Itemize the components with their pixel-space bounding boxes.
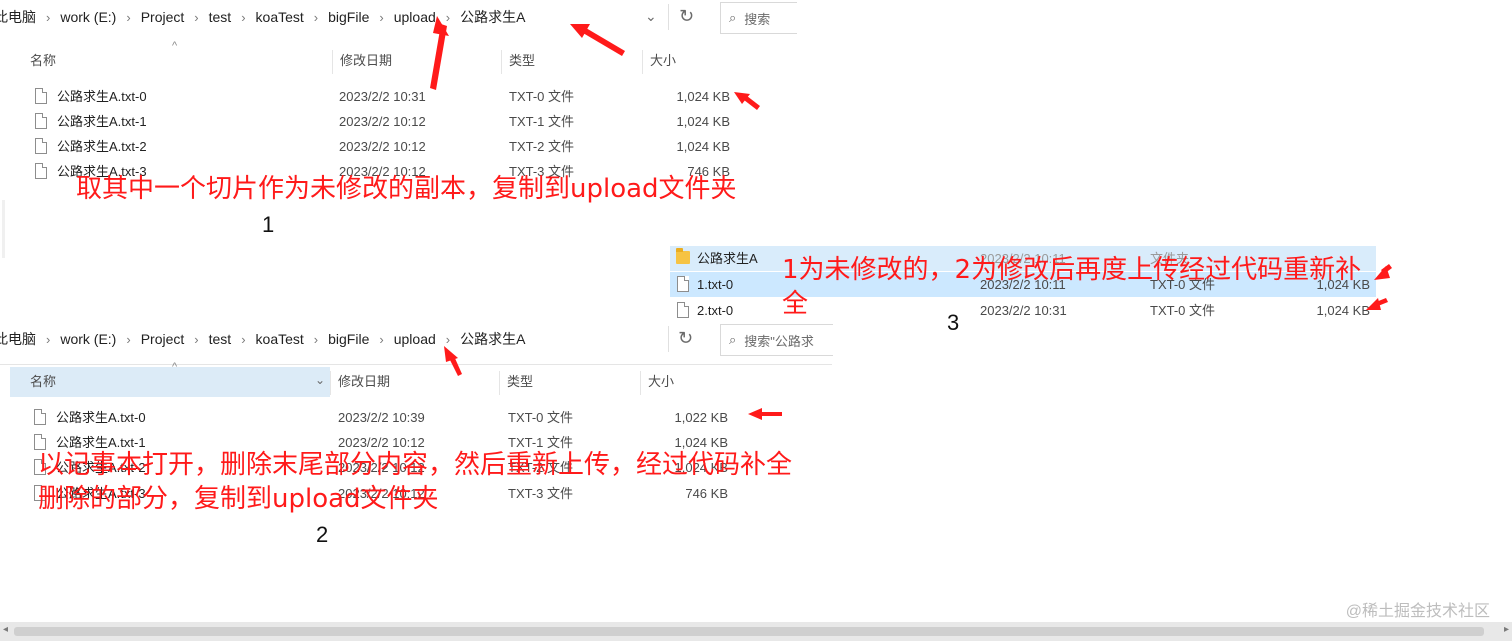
file-name: 公路求生A.txt-0 [56, 410, 146, 425]
chevron-right-icon: › [194, 331, 199, 347]
annotation-note-2: 以记事本打开，删除末尾部分内容，然后重新上传，经过代码补全删除的部分，复制到up… [38, 450, 793, 514]
file-type: TXT-2 文件 [509, 139, 575, 154]
file-size: 1,024 KB [676, 114, 731, 129]
file-name: 公路求生A.txt-0 [57, 89, 147, 104]
chevron-right-icon: › [194, 9, 199, 25]
chevron-right-icon: › [126, 9, 131, 25]
step-label-2: 2 [316, 522, 329, 547]
scrollbar-thumb[interactable] [14, 627, 1484, 636]
chevron-right-icon: › [445, 9, 451, 25]
file-icon [677, 302, 689, 318]
folder-icon [676, 248, 690, 264]
step-label-1: 1 [262, 212, 275, 237]
chevron-right-icon: › [241, 331, 246, 347]
chevron-right-icon: › [46, 331, 51, 347]
breadcrumb-current-folder[interactable]: 公路求生A [460, 329, 525, 349]
file-name: 公路求生A.txt-1 [57, 114, 147, 129]
file-row[interactable]: 公路求生A.txt-1 2023/2/2 10:12 TXT-1 文件 1,02… [0, 109, 795, 134]
search-box[interactable]: ⌕ 搜索 [720, 2, 797, 34]
scroll-left-icon[interactable]: ◂ [3, 624, 8, 635]
search-placeholder: 搜索"公路求 [744, 333, 814, 349]
address-bar[interactable]: 此电脑 › work (E:) › Project › test › koaTe… [0, 322, 668, 356]
breadcrumb-this-pc[interactable]: 此电脑 [0, 7, 36, 27]
chevron-right-icon: › [313, 331, 319, 347]
search-icon: ⌕ [729, 10, 737, 25]
column-size[interactable]: 大小 [642, 46, 740, 76]
file-date: 2023/2/2 10:39 [338, 410, 425, 425]
file-row[interactable]: 公路求生A.txt-2 2023/2/2 10:12 TXT-2 文件 1,02… [0, 134, 795, 159]
column-header: ^ 名称 修改日期 类型 大小 [22, 40, 740, 76]
folder-name: 公路求生A [697, 251, 758, 266]
breadcrumb-drive[interactable]: work (E:) [60, 331, 116, 347]
breadcrumb-current-folder[interactable]: 公路求生A [460, 7, 525, 27]
breadcrumb-this-pc[interactable]: 此电脑 [0, 329, 36, 349]
chevron-right-icon: › [379, 9, 384, 25]
file-name: 2.txt-0 [697, 303, 734, 318]
breadcrumb-test[interactable]: test [209, 9, 232, 25]
file-name: 1.txt-0 [697, 277, 734, 292]
column-date[interactable]: 修改日期 [330, 367, 500, 397]
step-label-3: 3 [947, 310, 960, 335]
file-size: 1,024 KB [676, 139, 731, 154]
header-separator [0, 364, 832, 365]
column-name[interactable]: 名称 [22, 46, 332, 76]
breadcrumb-koatest[interactable]: koaTest [256, 9, 304, 25]
scroll-right-icon[interactable]: ▸ [1504, 624, 1509, 635]
file-date: 2023/2/2 10:31 [339, 89, 426, 104]
file-type: TXT-1 文件 [509, 114, 575, 129]
breadcrumb-drive[interactable]: work (E:) [60, 9, 116, 25]
file-name: 公路求生A.txt-2 [57, 139, 147, 154]
breadcrumb-koatest[interactable]: koaTest [256, 331, 304, 347]
chevron-right-icon: › [241, 9, 246, 25]
file-icon [35, 138, 47, 154]
column-header: ^ ⌄ 名称 修改日期 类型 大小 [10, 361, 740, 397]
arrow-to-file1 [1381, 264, 1392, 274]
address-bar[interactable]: 此电脑 › work (E:) › Project › test › koaTe… [0, 0, 668, 34]
breadcrumb-project[interactable]: Project [141, 9, 185, 25]
divider [668, 326, 669, 352]
breadcrumb-upload[interactable]: upload [394, 331, 436, 347]
chevron-right-icon: › [126, 331, 131, 347]
file-icon [677, 276, 689, 292]
file-type: TXT-0 文件 [509, 89, 575, 104]
file-type: TXT-0 文件 [508, 410, 574, 425]
file-icon [34, 409, 46, 425]
file-icon [35, 163, 47, 179]
file-date: 2023/2/2 10:12 [339, 114, 426, 129]
file-icon [35, 88, 47, 104]
chevron-right-icon: › [46, 9, 51, 25]
chevron-right-icon: › [313, 9, 319, 25]
column-name[interactable]: 名称 [22, 367, 330, 397]
file-icon [35, 113, 47, 129]
search-placeholder: 搜索 [744, 11, 771, 27]
top-explorer-window: 此电脑 › work (E:) › Project › test › koaTe… [0, 0, 797, 200]
file-size: 1,022 KB [674, 410, 729, 425]
breadcrumb-bigfile[interactable]: bigFile [328, 9, 369, 25]
search-icon: ⌕ [729, 332, 737, 347]
breadcrumb-test[interactable]: test [209, 331, 232, 347]
refresh-icon[interactable]: ↻ [678, 328, 693, 349]
annotation-note-1: 取其中一个切片作为未修改的副本，复制到upload文件夹 [76, 174, 737, 204]
chevron-right-icon: › [379, 331, 384, 347]
window-edge [2, 200, 5, 258]
breadcrumb-upload[interactable]: upload [394, 9, 436, 25]
address-dropdown-icon[interactable]: ⌄ [645, 8, 657, 25]
file-size: 1,024 KB [676, 89, 731, 104]
search-box[interactable]: ⌕ 搜索"公路求 [720, 324, 833, 356]
file-date: 2023/2/2 10:12 [339, 139, 426, 154]
divider [668, 4, 669, 30]
column-date[interactable]: 修改日期 [332, 46, 502, 76]
horizontal-scrollbar[interactable]: ◂ ▸ [0, 622, 1512, 641]
column-type[interactable]: 类型 [499, 367, 640, 397]
annotation-note-3: 1为未修改的，2为修改后再度上传经过代码重新补全 [782, 255, 1362, 319]
watermark: @稀土掘金技术社区 [1345, 603, 1490, 620]
column-size[interactable]: 大小 [640, 367, 738, 397]
column-type[interactable]: 类型 [501, 46, 642, 76]
file-row[interactable]: 公路求生A.txt-0 2023/2/2 10:31 TXT-0 文件 1,02… [0, 84, 795, 109]
chevron-right-icon: › [445, 331, 451, 347]
file-row[interactable]: 公路求生A.txt-0 2023/2/2 10:39 TXT-0 文件 1,02… [0, 405, 832, 430]
refresh-icon[interactable]: ↻ [679, 6, 694, 27]
breadcrumb-bigfile[interactable]: bigFile [328, 331, 369, 347]
breadcrumb-project[interactable]: Project [141, 331, 185, 347]
